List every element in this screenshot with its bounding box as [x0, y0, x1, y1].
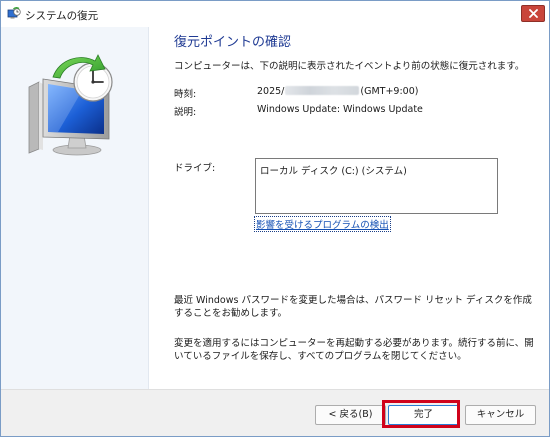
- title-bar: システムの復元: [1, 1, 549, 27]
- time-label: 時刻:: [174, 89, 197, 100]
- intro-text: コンピューターは、下の説明に表示されたイベントより前の状態に復元されます。: [174, 61, 525, 72]
- back-button[interactable]: < 戻る(B): [315, 405, 386, 425]
- finish-button[interactable]: 完了: [388, 405, 459, 425]
- password-note: 最近 Windows パスワードを変更した場合は、パスワード リセット ディスク…: [174, 295, 532, 319]
- scan-affected-programs-link[interactable]: 影響を受けるプログラムの検出: [254, 216, 391, 232]
- system-restore-monitor-clock-icon: [28, 54, 113, 156]
- drive-list[interactable]: ローカル ディスク (C:) (システム): [255, 158, 498, 214]
- drive-label: ドライブ:: [174, 163, 216, 174]
- cancel-button[interactable]: キャンセル: [465, 405, 536, 425]
- restart-note: 変更を適用するにはコンピューターを再起動する必要があります。続行する前に、開いて…: [174, 338, 534, 362]
- time-zone: (GMT+9:00): [360, 86, 419, 97]
- drive-list-item[interactable]: ローカル ディスク (C:) (システム): [260, 163, 407, 177]
- content-panel: 復元ポイントの確認 コンピューターは、下の説明に表示されたイベントより前の状態に…: [149, 27, 549, 389]
- close-icon: [529, 9, 538, 18]
- system-restore-window: システムの復元 復元ポイントの確認 コンピューターは、下の説明に表示されたイベン…: [0, 0, 550, 437]
- redacted-timestamp: [285, 86, 360, 95]
- left-pane: [1, 27, 149, 389]
- time-year: 2025/: [257, 86, 285, 97]
- close-button[interactable]: [521, 5, 545, 22]
- page-title: 復元ポイントの確認: [174, 35, 292, 50]
- window-title: システムの復元: [25, 10, 99, 22]
- description-label: 説明:: [174, 107, 197, 118]
- system-restore-icon: [7, 7, 21, 21]
- button-bar: < 戻る(B) 完了 キャンセル: [1, 389, 549, 436]
- time-value: 2025/ (GMT+9:00): [257, 86, 418, 97]
- description-value: Windows Update: Windows Update: [257, 104, 423, 115]
